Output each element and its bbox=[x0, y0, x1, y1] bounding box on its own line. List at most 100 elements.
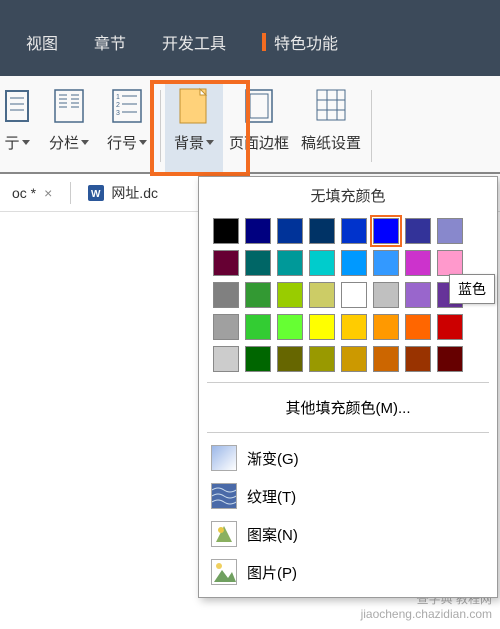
ribbon-label-text: 亍 bbox=[4, 132, 19, 153]
close-icon[interactable]: × bbox=[42, 185, 54, 201]
linenumbers-icon: 123 bbox=[110, 86, 144, 126]
separator bbox=[371, 90, 372, 162]
ribbon-item-background[interactable]: 背景 bbox=[165, 80, 223, 172]
color-swatch[interactable] bbox=[341, 282, 367, 308]
fill-option-picture[interactable]: 图片(P) bbox=[199, 553, 497, 591]
pattern-icon bbox=[211, 521, 237, 547]
color-swatch[interactable] bbox=[373, 346, 399, 372]
color-swatch[interactable] bbox=[437, 250, 463, 276]
accent-bar-icon bbox=[262, 33, 266, 51]
columns-icon bbox=[52, 86, 86, 126]
ribbon-label-text: 页面边框 bbox=[229, 132, 289, 153]
color-swatch[interactable] bbox=[373, 282, 399, 308]
ribbon-item-pageborder[interactable]: 页面边框 bbox=[223, 80, 295, 172]
color-swatch[interactable] bbox=[373, 250, 399, 276]
picture-icon bbox=[211, 559, 237, 585]
color-tooltip: 蓝色 bbox=[449, 274, 495, 304]
svg-text:3: 3 bbox=[116, 110, 120, 117]
caret-down-icon bbox=[22, 140, 30, 145]
color-swatch[interactable] bbox=[405, 218, 431, 244]
color-swatch[interactable] bbox=[405, 314, 431, 340]
ribbon-item-columns[interactable]: 分栏 bbox=[40, 80, 98, 172]
ribbon-item-truncated[interactable]: 亍 bbox=[0, 80, 40, 172]
color-swatch[interactable] bbox=[309, 314, 335, 340]
gradient-icon bbox=[211, 445, 237, 471]
fill-option-label: 渐变(G) bbox=[247, 448, 299, 469]
page-border-icon bbox=[242, 86, 276, 126]
svg-text:W: W bbox=[91, 189, 101, 200]
menubar: 视图 章节 开发工具 特色功能 bbox=[0, 0, 500, 76]
page-background-icon bbox=[177, 86, 211, 126]
color-swatch[interactable] bbox=[245, 250, 271, 276]
color-swatch[interactable] bbox=[277, 218, 303, 244]
color-swatch[interactable] bbox=[213, 250, 239, 276]
fill-option-texture[interactable]: 纹理(T) bbox=[199, 477, 497, 515]
svg-text:1: 1 bbox=[116, 94, 120, 101]
color-swatch[interactable] bbox=[437, 346, 463, 372]
doc-tab-1[interactable]: oc * × bbox=[4, 181, 62, 205]
ribbon: 亍 分栏 123 行号 背景 页面边框 稿纸设置 bbox=[0, 76, 500, 174]
caret-down-icon bbox=[206, 140, 214, 145]
menu-tab-special-label: 特色功能 bbox=[274, 30, 338, 54]
color-swatch[interactable] bbox=[341, 218, 367, 244]
color-swatch[interactable] bbox=[309, 282, 335, 308]
caret-down-icon bbox=[81, 140, 89, 145]
texture-icon bbox=[211, 483, 237, 509]
fill-option-pattern[interactable]: 图案(N) bbox=[199, 515, 497, 553]
doc-tab-label: oc * bbox=[12, 185, 36, 201]
menu-tab-view[interactable]: 视图 bbox=[8, 22, 76, 62]
ribbon-label-text: 行号 bbox=[107, 132, 137, 153]
fill-option-gradient[interactable]: 渐变(G) bbox=[199, 439, 497, 477]
doc-tab-label: 网址.dc bbox=[111, 183, 158, 203]
fill-option-label: 纹理(T) bbox=[247, 486, 296, 507]
separator bbox=[160, 90, 161, 162]
color-swatch[interactable] bbox=[277, 314, 303, 340]
color-swatch[interactable] bbox=[213, 218, 239, 244]
color-swatch[interactable] bbox=[341, 346, 367, 372]
color-swatch[interactable] bbox=[309, 346, 335, 372]
ribbon-label-text: 分栏 bbox=[49, 132, 79, 153]
color-swatch[interactable] bbox=[341, 314, 367, 340]
color-swatch[interactable] bbox=[309, 218, 335, 244]
color-swatch[interactable] bbox=[245, 218, 271, 244]
no-fill-option[interactable]: 无填充颜色 bbox=[199, 177, 497, 214]
background-dropdown: 无填充颜色 蓝色 其他填充颜色(M)... 渐变(G) 纹理(T) 图案(N) 图片(… bbox=[198, 176, 498, 598]
separator bbox=[207, 432, 489, 433]
color-swatch[interactable] bbox=[309, 250, 335, 276]
color-swatch[interactable] bbox=[213, 346, 239, 372]
color-swatch[interactable] bbox=[277, 346, 303, 372]
menu-tab-chapter[interactable]: 章节 bbox=[76, 22, 144, 62]
color-swatch[interactable] bbox=[373, 314, 399, 340]
more-colors-option[interactable]: 其他填充颜色(M)... bbox=[199, 389, 497, 426]
color-swatch[interactable] bbox=[437, 218, 463, 244]
color-swatch[interactable] bbox=[405, 250, 431, 276]
separator bbox=[207, 382, 489, 383]
menu-tab-devtools[interactable]: 开发工具 bbox=[144, 22, 244, 62]
color-swatch[interactable] bbox=[341, 250, 367, 276]
color-swatch[interactable] bbox=[245, 314, 271, 340]
doc-tab-2[interactable]: W 网址.dc bbox=[79, 179, 166, 207]
color-swatch[interactable] bbox=[245, 282, 271, 308]
color-swatch[interactable] bbox=[437, 314, 463, 340]
caret-down-icon bbox=[139, 140, 147, 145]
color-swatch[interactable] bbox=[277, 282, 303, 308]
color-swatch[interactable] bbox=[405, 346, 431, 372]
color-swatch[interactable] bbox=[373, 218, 399, 244]
color-swatch[interactable] bbox=[245, 346, 271, 372]
color-swatch[interactable] bbox=[405, 282, 431, 308]
fill-option-label: 图片(P) bbox=[247, 562, 297, 583]
svg-text:2: 2 bbox=[116, 102, 120, 109]
grid-icon bbox=[314, 86, 348, 126]
color-swatch[interactable] bbox=[277, 250, 303, 276]
ribbon-label-text: 稿纸设置 bbox=[301, 132, 361, 153]
watermark-url: jiaocheng.chazidian.com bbox=[361, 607, 492, 621]
word-doc-icon: W bbox=[87, 184, 105, 202]
fill-option-label: 图案(N) bbox=[247, 524, 298, 545]
document-icon bbox=[0, 86, 34, 126]
color-swatch[interactable] bbox=[213, 314, 239, 340]
menu-tab-special[interactable]: 特色功能 bbox=[244, 22, 356, 62]
ribbon-item-linenum[interactable]: 123 行号 bbox=[98, 80, 156, 172]
separator bbox=[70, 182, 71, 204]
ribbon-item-grid[interactable]: 稿纸设置 bbox=[295, 80, 367, 172]
color-swatch[interactable] bbox=[213, 282, 239, 308]
